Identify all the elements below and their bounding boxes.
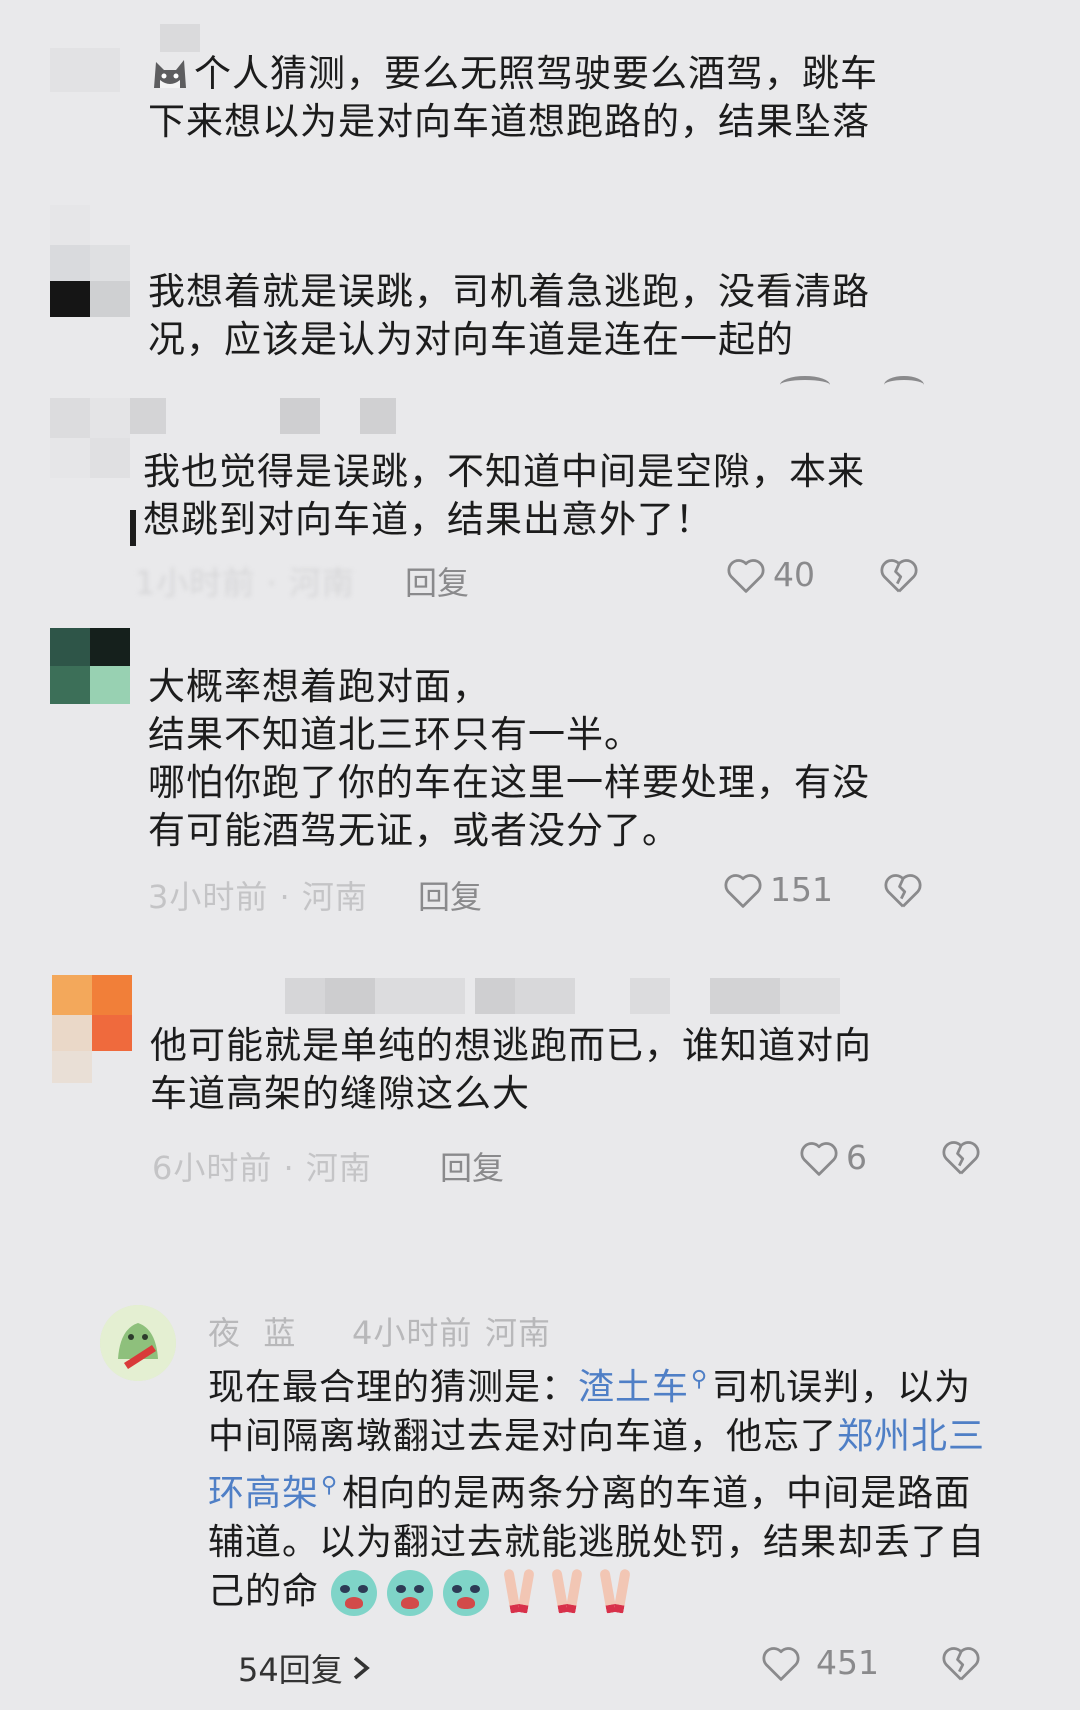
avatar[interactable] [52,975,132,1085]
reply-author[interactable]: 夜 蓝 [208,1308,296,1354]
featured-reply-text: 现在最合理的猜测是：渣土车⚲ 司机误判，以为 中间隔离墩翻过去是对向车道，他忘了郑… [208,1355,998,1616]
broken-heart-icon [942,1141,980,1175]
comment-text: 个人猜测，要么无照驾驶要么酒驾，跳车 下来想以为是对向车道想跑路的，结果坠落 [148,52,878,143]
comment-text: 我想着就是误跳，司机着急逃跑，没看清路 况，应该是认为对向车道是连在一起的 [148,270,870,361]
comment-text: 他可能就是单纯的想逃跑而已，谁知道对向 车道高架的缝隙这么大 [150,1024,872,1115]
comment-text: 大概率想着跑对面， 结果不知道北三环只有一半。 哪怕你跑了你的车在这里一样要处理… [148,665,870,852]
praying-hands-icon [547,1573,591,1613]
reply-button[interactable]: 回复 [418,872,482,918]
broken-heart-icon [884,874,922,908]
avatar[interactable] [50,18,200,92]
search-icon[interactable]: ⚲ [321,1473,338,1498]
crying-emoji-icon [387,1570,434,1616]
avatar[interactable] [100,1305,176,1381]
search-link-zhatuche[interactable]: 渣土车 [578,1367,689,1408]
like-count: 6 [846,1138,867,1177]
like-count: 151 [770,870,833,909]
heart-outline-icon [724,873,762,908]
praying-hands-icon [499,1573,543,1613]
like-button[interactable]: 151 [722,870,833,909]
comment-meta: 6小时前 · 河南 [152,1149,372,1187]
like-button[interactable]: 451 [760,1643,879,1682]
search-link-gaojia[interactable]: 环高架 [208,1473,319,1514]
avatar[interactable] [50,398,130,478]
view-replies-button[interactable]: 54回复 [238,1645,373,1691]
broken-heart-icon [880,559,918,593]
dislike-button[interactable] [940,1644,982,1686]
emoji-icon [884,376,924,394]
chevron-right-icon [353,1656,370,1680]
search-icon[interactable]: ⚲ [691,1367,708,1392]
reply-button[interactable]: 回复 [405,558,469,604]
crying-emoji-icon [443,1570,490,1616]
reply-button[interactable]: 回复 [440,1143,504,1189]
reply-time: 4小时前 [352,1314,473,1352]
reply-location: 河南 [485,1314,552,1352]
comment-meta-blurred: 1小时前 · 河南 [135,564,355,602]
heart-outline-icon [800,1141,838,1176]
emoji-icon [780,376,830,394]
search-link-zhengzhou[interactable]: 郑州北三 [837,1416,985,1457]
praying-hands-icon [595,1573,639,1613]
reply-count: 54回复 [238,1651,343,1689]
dislike-button[interactable] [882,871,924,913]
username-blurred [285,978,865,1014]
comment-meta: 3小时前 · 河南 [148,878,368,916]
like-button[interactable]: 6 [798,1138,867,1177]
dragon-avatar-icon [100,1305,176,1381]
broken-heart-icon [942,1647,980,1681]
dislike-button[interactable] [878,556,920,598]
like-button[interactable]: 40 [725,555,815,594]
crying-emoji-icon [331,1570,378,1616]
heart-outline-icon [727,558,765,593]
heart-outline-icon [762,1646,800,1681]
like-count: 451 [816,1643,879,1682]
dislike-button[interactable] [940,1138,982,1180]
username-blurred [130,398,430,434]
avatar[interactable] [50,628,130,704]
like-count: 40 [773,555,815,594]
avatar[interactable] [50,205,130,317]
comment-text: 我也觉得是误跳，不知道中间是空隙，本来 想跳到对向车道，结果出意外了！ [143,450,865,541]
